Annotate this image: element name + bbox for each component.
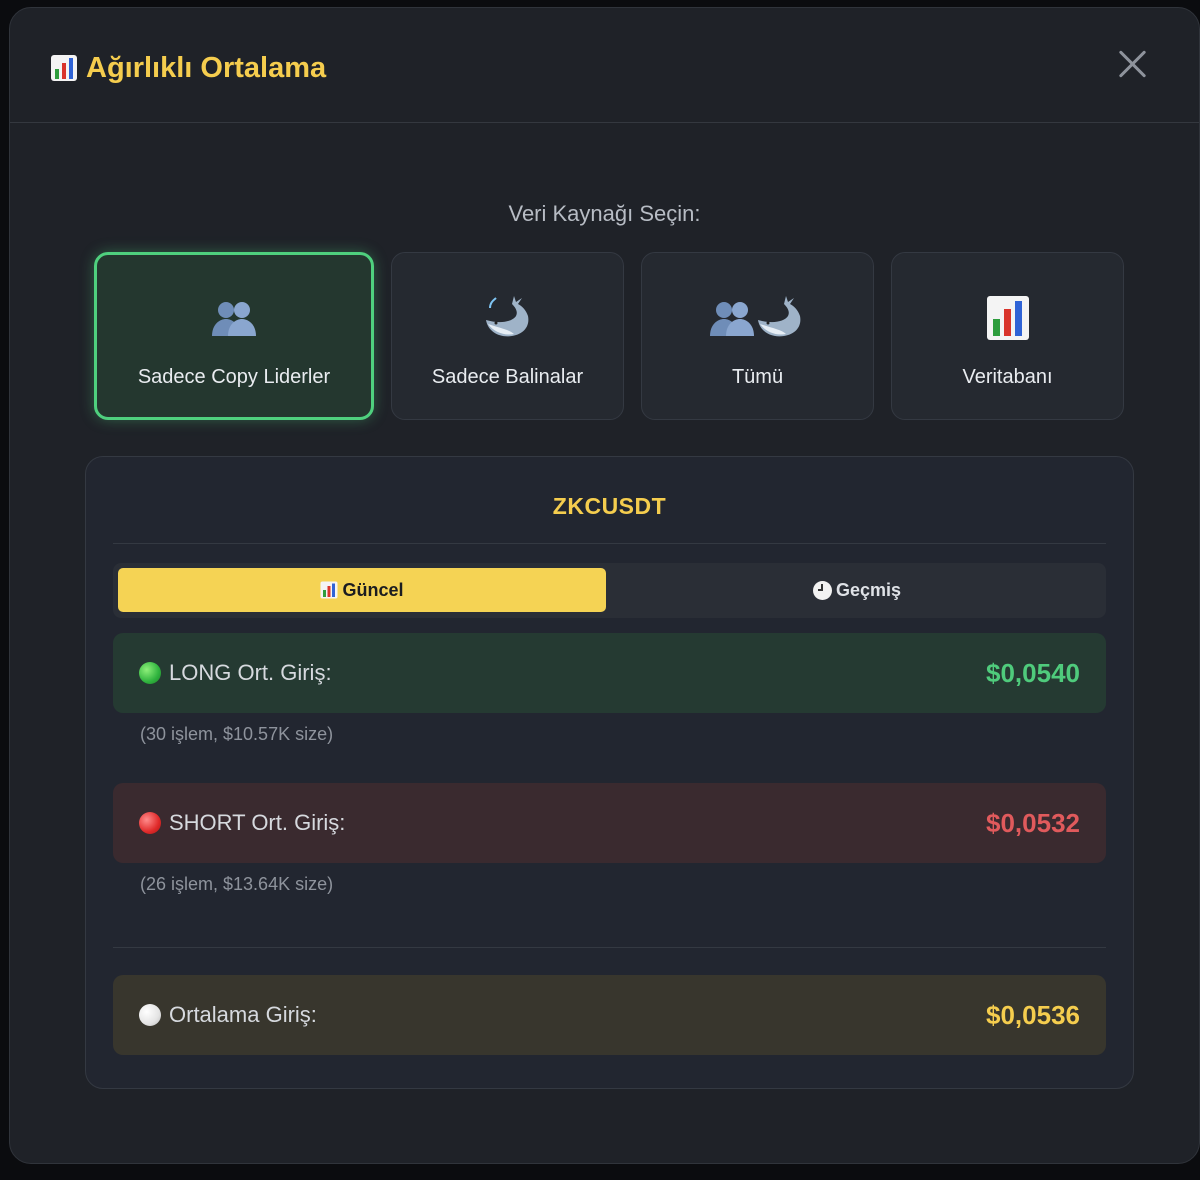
- source-option-label: Veritabanı: [962, 366, 1053, 388]
- short-average-row: SHORT Ort. Giriş: $0,0532: [113, 783, 1106, 863]
- overall-average-row: Ortalama Giriş: $0,0536: [113, 975, 1106, 1055]
- bar-chart-icon: [51, 55, 77, 81]
- divider: [113, 947, 1106, 948]
- tab-label: Geçmiş: [835, 579, 902, 600]
- long-value: $0,0540: [986, 657, 1080, 688]
- long-detail: (30 işlem, $10.57K size): [140, 724, 334, 744]
- short-label: SHORT Ort. Giriş:: [169, 810, 346, 835]
- modal-header: Ağırlıklı Ortalama: [10, 8, 1199, 123]
- source-option-label: Sadece Balinalar: [431, 366, 584, 388]
- bar-chart-icon: [320, 581, 338, 599]
- people-icon: [97, 293, 371, 343]
- symbol-title: ZKCUSDT: [552, 493, 667, 519]
- source-option-whales[interactable]: Sadece Balinalar: [391, 252, 624, 420]
- result-panel: ZKCUSDT Güncel Geçmiş LONG Ort. Giriş: $…: [85, 456, 1134, 1089]
- clock-icon: [812, 580, 832, 600]
- source-option-database[interactable]: Veritabanı: [891, 252, 1124, 420]
- red-circle-icon: [139, 812, 161, 834]
- divider: [113, 543, 1106, 544]
- source-option-label: Sadece Copy Liderler: [137, 366, 331, 388]
- short-value: $0,0532: [986, 807, 1080, 838]
- source-option-copy-leaders[interactable]: Sadece Copy Liderler: [94, 252, 374, 420]
- source-option-all[interactable]: Tümü: [641, 252, 874, 420]
- short-detail: (26 işlem, $13.64K size): [140, 874, 334, 894]
- white-circle-icon: [139, 1004, 161, 1026]
- modal-title: Ağırlıklı Ortalama: [50, 48, 326, 88]
- tab-history[interactable]: Geçmiş: [613, 568, 1101, 612]
- long-average-row: LONG Ort. Giriş: $0,0540: [113, 633, 1106, 713]
- people-whale-icon: [642, 293, 873, 343]
- average-label: Ortalama Giriş:: [169, 1002, 317, 1027]
- bar-chart-icon: [892, 293, 1123, 343]
- modal-title-text: Ağırlıklı Ortalama: [86, 51, 327, 84]
- average-value: $0,0536: [986, 999, 1080, 1030]
- whale-icon: [392, 293, 623, 343]
- weighted-average-modal: Ağırlıklı Ortalama Veri Kaynağı Seçin: S…: [9, 7, 1200, 1164]
- green-circle-icon: [139, 662, 161, 684]
- long-label: LONG Ort. Giriş:: [169, 660, 332, 685]
- tab-current[interactable]: Güncel: [118, 568, 606, 612]
- view-tabs: Güncel Geçmiş: [113, 563, 1106, 618]
- source-picker-label: Veri Kaynağı Seçin:: [508, 201, 701, 226]
- tab-label: Güncel: [342, 579, 404, 600]
- source-option-label: Tümü: [731, 366, 784, 388]
- close-icon[interactable]: [1117, 48, 1149, 80]
